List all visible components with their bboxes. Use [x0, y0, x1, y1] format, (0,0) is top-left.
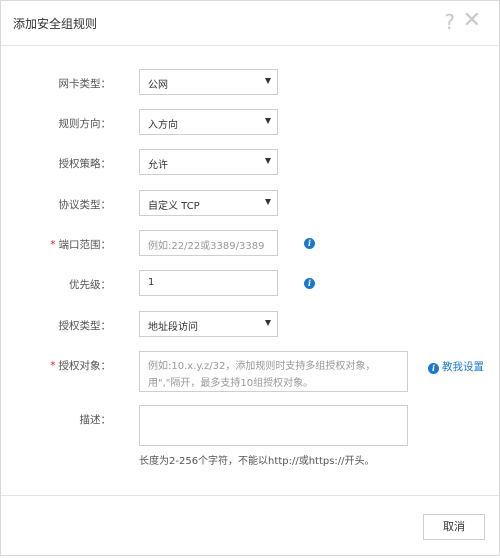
chevron-down-icon [265, 158, 271, 164]
info-icon[interactable]: i [304, 278, 315, 289]
protocol-label: 协议类型： [58, 199, 112, 211]
direction-label: 规则方向： [58, 118, 112, 130]
auth-type-label: 授权类型： [58, 320, 112, 332]
port-range-label-text: 端口范围： [58, 239, 112, 251]
description-textarea[interactable] [139, 405, 408, 446]
port-range-placeholder: 例如:22/22或3389/3389 [148, 241, 265, 252]
protocol-value: 自定义 TCP [148, 201, 200, 212]
dialog-header: 添加安全组规则 ? ✕ [1, 1, 499, 46]
chevron-down-icon [265, 199, 271, 205]
add-security-group-rule-dialog: 添加安全组规则 ? ✕ 网卡类型： 公网 规则方向： 入方向 授权策略： 允许 … [0, 0, 500, 556]
priority-label: 优先级： [69, 279, 111, 291]
dialog-footer: 取消 [1, 495, 499, 558]
direction-select[interactable]: 入方向 [139, 109, 278, 135]
description-label: 描述： [79, 414, 112, 426]
nic-type-label: 网卡类型： [58, 78, 112, 90]
policy-select[interactable]: 允许 [139, 149, 278, 175]
help-setup-link[interactable]: i 教我设置 [428, 359, 484, 374]
chevron-down-icon [265, 320, 271, 326]
nic-type-select[interactable]: 公网 [139, 69, 278, 95]
chevron-down-icon [265, 118, 271, 124]
direction-value: 入方向 [148, 120, 178, 131]
auth-type-select[interactable]: 地址段访问 [139, 311, 278, 337]
priority-input[interactable]: 1 [139, 270, 278, 296]
info-icon: i [428, 363, 439, 374]
help-setup-link-text: 教我设置 [442, 361, 484, 373]
dialog-title: 添加安全组规则 [13, 17, 98, 31]
protocol-select[interactable]: 自定义 TCP [139, 190, 278, 216]
close-icon[interactable]: ✕ [463, 8, 481, 33]
priority-value: 1 [148, 277, 155, 288]
chevron-down-icon [265, 78, 271, 84]
auth-object-textarea[interactable]: 例如:10.x.y.z/32，添加规则时支持多组授权对象，用","隔开，最多支持… [139, 351, 408, 392]
auth-object-label-text: 授权对象： [58, 360, 112, 372]
info-icon[interactable]: i [304, 238, 315, 249]
nic-type-value: 公网 [148, 80, 168, 91]
auth-object-placeholder: 例如:10.x.y.z/32，添加规则时支持多组授权对象，用","隔开，最多支持… [148, 361, 376, 389]
port-range-input[interactable]: 例如:22/22或3389/3389 [139, 230, 278, 256]
auth-object-label: * 授权对象： [0, 358, 111, 373]
question-icon[interactable]: ? [444, 10, 455, 34]
required-marker: * [50, 239, 56, 251]
policy-value: 允许 [148, 160, 168, 171]
policy-label: 授权策略： [58, 158, 112, 170]
port-range-label: * 端口范围： [0, 237, 111, 252]
cancel-button[interactable]: 取消 [423, 514, 485, 540]
required-marker: * [50, 360, 56, 372]
auth-type-value: 地址段访问 [148, 322, 198, 333]
description-hint: 长度为2-256个字符，不能以http://或https://开头。 [139, 456, 375, 467]
